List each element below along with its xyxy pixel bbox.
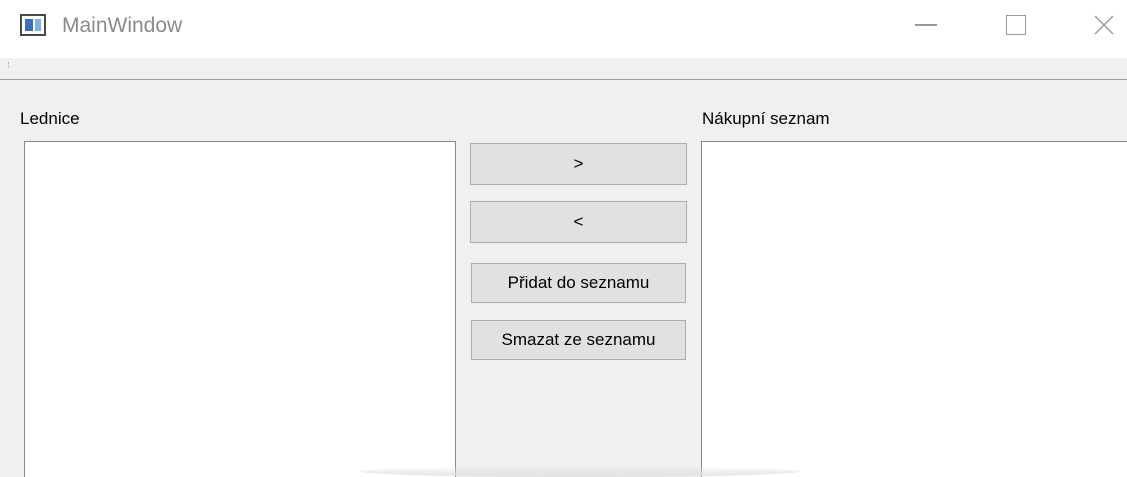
- window-title: MainWindow: [62, 14, 183, 37]
- toolbar-strip: [0, 58, 1127, 80]
- add-to-list-button[interactable]: Přidat do seznamu: [471, 263, 686, 303]
- maximize-button[interactable]: [986, 0, 1046, 50]
- maximize-icon: [1006, 15, 1026, 35]
- move-right-button[interactable]: >: [470, 143, 687, 185]
- toolbar-grip-icon[interactable]: [8, 62, 12, 68]
- app-icon-pane-left: [25, 19, 33, 31]
- fridge-label: Lednice: [20, 109, 80, 128]
- move-left-button[interactable]: <: [470, 201, 687, 243]
- shopping-list[interactable]: [701, 141, 1127, 477]
- minimize-icon: [915, 24, 937, 26]
- app-window-icon: [20, 14, 46, 36]
- title-bar[interactable]: MainWindow: [0, 0, 1127, 58]
- close-button[interactable]: [1080, 0, 1127, 50]
- window-bottom-shadow: [360, 466, 800, 477]
- close-icon: [1093, 15, 1114, 35]
- shopping-list-label: Nákupní seznam: [702, 109, 830, 128]
- minimize-button[interactable]: [896, 0, 956, 50]
- app-icon-pane-right: [35, 19, 41, 31]
- fridge-list[interactable]: [24, 141, 456, 477]
- remove-from-list-button[interactable]: Smazat ze seznamu: [471, 320, 686, 360]
- main-window: MainWindow Lednice Nákupní seznam > < Př…: [0, 0, 1127, 477]
